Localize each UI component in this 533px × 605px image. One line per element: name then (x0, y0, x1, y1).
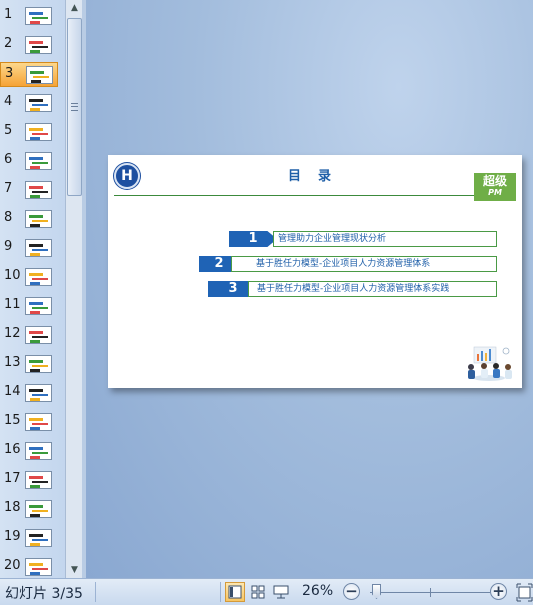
thumbnail-preview (25, 239, 52, 257)
thumbnail-preview (25, 36, 52, 54)
thumbnail-number: 10 (4, 268, 21, 283)
thumbnail-number: 15 (4, 413, 21, 428)
thumbnail-number: 13 (4, 355, 21, 370)
toc-text: 基于胜任力模型-企业项目人力资源管理体系实践 (248, 281, 497, 297)
thumbnail-number: 18 (4, 500, 21, 515)
thumbnail-slide-11[interactable]: 11 (0, 294, 58, 319)
thumbnail-slide-18[interactable]: 18 (0, 497, 58, 522)
fit-window-button[interactable] (516, 583, 533, 602)
normal-view-button[interactable] (225, 582, 245, 602)
zoom-slider-tick (430, 588, 431, 597)
thumbnail-preview (25, 558, 52, 576)
slide-sorter-icon (251, 585, 265, 599)
thumbnail-slide-4[interactable]: 4 (0, 91, 58, 116)
scroll-thumb[interactable] (67, 18, 82, 196)
thumbnail-preview (25, 210, 52, 228)
thumbnail-number: 6 (4, 152, 13, 167)
toc-number: 1 (229, 231, 277, 247)
thumbnail-number: 9 (4, 239, 13, 254)
brand-badge: 超级 PM (474, 173, 516, 201)
thumbnail-preview (25, 7, 52, 25)
thumbnail-number: 4 (4, 94, 13, 109)
slideshow-icon (273, 585, 289, 599)
current-slide[interactable]: H 目 录 超级 PM 1 管理助力企业管理现状分析 2 基于胜任力模型-企业项… (108, 155, 522, 388)
thumbnail-preview (25, 500, 52, 518)
thumbnail-number: 2 (4, 36, 13, 51)
thumbnail-slide-14[interactable]: 14 (0, 381, 58, 406)
thumbnail-number: 1 (4, 7, 13, 22)
thumbnail-preview (25, 384, 52, 402)
thumbnail-number: 20 (4, 558, 21, 573)
thumbnail-number: 3 (5, 66, 14, 81)
thumbnail-preview (25, 442, 52, 460)
thumbnail-scrollbar[interactable]: ▲ ▼ (65, 0, 82, 578)
thumbnail-slide-6[interactable]: 6 (0, 149, 58, 174)
thumbnail-preview (25, 529, 52, 547)
thumbnail-preview (25, 152, 52, 170)
thumbnail-preview (25, 123, 52, 141)
business-people-illustration (468, 346, 512, 381)
toc-text: 基于胜任力模型-企业项目人力资源管理体系 (231, 256, 497, 272)
thumbnail-slide-5[interactable]: 5 (0, 120, 58, 145)
zoom-level[interactable]: 26% (302, 583, 333, 599)
thumbnail-preview (25, 413, 52, 431)
thumbnail-slide-15[interactable]: 15 (0, 410, 58, 435)
thumbnail-number: 8 (4, 210, 13, 225)
thumbnail-preview (25, 297, 52, 315)
zoom-slider-thumb[interactable] (372, 584, 381, 599)
thumbnail-number: 11 (4, 297, 21, 312)
thumbnail-slide-13[interactable]: 13 (0, 352, 58, 377)
thumbnail-preview (25, 181, 52, 199)
thumbnail-slide-3[interactable]: 3 (0, 62, 58, 87)
thumbnail-number: 17 (4, 471, 21, 486)
thumbnail-number: 19 (4, 529, 21, 544)
toc-item-3[interactable]: 3 基于胜任力模型-企业项目人力资源管理体系实践 (208, 281, 497, 297)
zoom-out-button[interactable]: − (343, 583, 360, 600)
thumbnail-slide-7[interactable]: 7 (0, 178, 58, 203)
thumbnail-number: 12 (4, 326, 21, 341)
status-bar: 幻灯片 3/35 26% − + (0, 578, 533, 605)
thumbnail-slide-17[interactable]: 17 (0, 468, 58, 493)
slide-title: 目 录 (288, 169, 334, 184)
slide-thumbnail-pane[interactable]: 1 2 3 4 5 6 7 8 9 10 11 12 13 14 15 16 17 18 19 20 (0, 0, 66, 578)
thumbnail-slide-9[interactable]: 9 (0, 236, 58, 261)
thumbnail-preview (26, 66, 53, 84)
toc-text: 管理助力企业管理现状分析 (273, 231, 497, 247)
thumbnail-preview (25, 471, 52, 489)
slide-sorter-button[interactable] (248, 582, 268, 602)
thumbnail-preview (25, 355, 52, 373)
thumbnail-slide-20[interactable]: 20 (0, 555, 58, 578)
thumbnail-slide-2[interactable]: 2 (0, 33, 58, 58)
scroll-down-icon[interactable]: ▼ (67, 562, 82, 578)
status-separator (220, 582, 221, 602)
fit-window-icon (516, 583, 533, 602)
slideshow-button[interactable] (271, 582, 291, 602)
status-separator (95, 582, 96, 602)
thumbnail-slide-12[interactable]: 12 (0, 323, 58, 348)
thumbnail-slide-8[interactable]: 8 (0, 207, 58, 232)
zoom-in-button[interactable]: + (490, 583, 507, 600)
thumbnail-number: 7 (4, 181, 13, 196)
thumbnail-slide-19[interactable]: 19 (0, 526, 58, 551)
toc-item-1[interactable]: 1 管理助力企业管理现状分析 (229, 231, 497, 247)
normal-view-icon (228, 585, 242, 599)
slide-indicator: 幻灯片 3/35 (5, 586, 83, 602)
title-divider (114, 195, 516, 196)
thumbnail-slide-16[interactable]: 16 (0, 439, 58, 464)
thumbnail-slide-1[interactable]: 1 (0, 4, 58, 29)
thumbnail-preview (25, 268, 52, 286)
toc-item-2[interactable]: 2 基于胜任力模型-企业项目人力资源管理体系 (199, 256, 497, 272)
company-logo: H (114, 163, 140, 189)
thumbnail-slide-10[interactable]: 10 (0, 265, 58, 290)
scroll-up-icon[interactable]: ▲ (67, 0, 82, 16)
thumbnail-preview (25, 94, 52, 112)
thumbnail-preview (25, 326, 52, 344)
thumbnail-number: 14 (4, 384, 21, 399)
thumbnail-number: 5 (4, 123, 13, 138)
thumbnail-number: 16 (4, 442, 21, 457)
